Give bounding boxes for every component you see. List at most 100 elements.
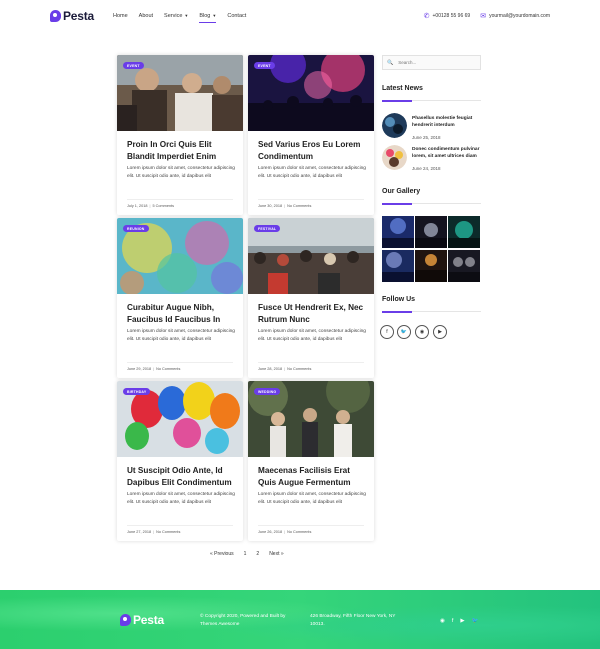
logo-icon: [50, 10, 61, 22]
divider: [258, 362, 364, 363]
post-card[interactable]: REUNION Curabitur Augue Nibh, Faucibus I…: [117, 218, 243, 378]
nav-about[interactable]: About: [139, 13, 153, 19]
heading-underline: [382, 99, 481, 102]
footer-logo[interactable]: Pesta: [120, 613, 164, 627]
post-excerpt: Lorem ipsum dolor sit amet, consectetur …: [258, 329, 366, 342]
post-comments[interactable]: No Comments: [156, 367, 180, 371]
post-date[interactable]: June 27, 2018: [127, 530, 151, 534]
post-date[interactable]: June 30, 2018: [258, 204, 282, 208]
twitter-icon[interactable]: 🐦: [472, 618, 479, 624]
category-badge[interactable]: WEDDING: [254, 388, 281, 395]
header-contact: ✆ +00128 55 96 69 ✉ yourmail@yourdomain.…: [424, 12, 550, 20]
follow-heading: Follow Us: [382, 296, 416, 303]
post-excerpt: Lorem ipsum dolor sit amet, consectetur …: [127, 492, 235, 505]
nav-blog[interactable]: Blog ▼: [199, 13, 217, 23]
post-excerpt: Lorem ipsum dolor sit amet, consectetur …: [258, 166, 366, 179]
divider: [127, 525, 233, 526]
main-nav: Home About Service ▼ Blog ▼ Contact: [113, 13, 257, 23]
logo-icon: [120, 614, 131, 626]
logo-text: Pesta: [63, 9, 95, 23]
youtube-icon[interactable]: ▶: [460, 618, 464, 624]
logo-text: Pesta: [133, 613, 165, 627]
youtube-icon[interactable]: ▶: [433, 325, 447, 339]
copyright-text: © Copyright 2020, Powered and Built by T…: [200, 614, 286, 627]
post-date[interactable]: June 29, 2018: [127, 367, 151, 371]
sidebar-search: 🔍: [382, 55, 481, 70]
divider: [258, 525, 364, 526]
news-title[interactable]: Donec condimentum pulvinar lorem, sit am…: [412, 146, 482, 160]
page-link[interactable]: 1: [244, 551, 247, 557]
facebook-icon[interactable]: f: [452, 618, 454, 624]
post-comments[interactable]: No Comments: [287, 204, 311, 208]
heading-underline: [382, 310, 481, 313]
news-thumbnail[interactable]: [382, 113, 407, 138]
previous-link[interactable]: « Previous: [210, 551, 234, 557]
gallery-image[interactable]: [382, 216, 414, 248]
post-title[interactable]: Maecenas Facilisis Erat Quis Augue Ferme…: [258, 465, 368, 489]
divider: [258, 199, 364, 200]
post-meta: June 26, 2018 | No Comments: [258, 530, 312, 534]
gallery-image[interactable]: [382, 250, 414, 282]
category-badge[interactable]: EVENT: [123, 62, 144, 69]
post-card[interactable]: FESTIVAL Fusce Ut Hendrerit Ex, Nec Rutr…: [248, 218, 374, 378]
post-meta: June 30, 2018 | No Comments: [258, 204, 312, 208]
post-title[interactable]: Sed Varius Eros Eu Lorem Condimentum: [258, 139, 368, 163]
footer-social: ◉ f ▶ 🐦: [440, 618, 478, 624]
post-meta: June 29, 2018 | No Comments: [127, 367, 181, 371]
post-comments[interactable]: No Comments: [287, 530, 311, 534]
post-comments[interactable]: No Comments: [156, 530, 180, 534]
instagram-icon[interactable]: ◉: [415, 325, 429, 339]
twitter-icon[interactable]: 🐦: [397, 325, 411, 339]
chevron-down-icon: ▼: [184, 13, 189, 18]
page-link[interactable]: 2: [256, 551, 259, 557]
post-excerpt: Lorem ipsum dolor sit amet, consectetur …: [127, 166, 235, 179]
post-card[interactable]: BIRTHDAY Ut Suscipit Odio Ante, Id Dapib…: [117, 381, 243, 541]
site-logo[interactable]: Pesta: [50, 9, 94, 23]
chevron-down-icon: ▼: [212, 13, 217, 18]
news-title[interactable]: Phasellus molestie feugiat hendrerit int…: [412, 115, 482, 129]
nav-home[interactable]: Home: [113, 13, 128, 19]
post-title[interactable]: Proin In Orci Quis Elit Blandit Imperdie…: [127, 139, 237, 163]
post-title[interactable]: Curabitur Augue Nibh, Faucibus Id Faucib…: [127, 302, 237, 326]
post-title[interactable]: Ut Suscipit Odio Ante, Id Dapibus Elit C…: [127, 465, 237, 489]
site-header: Pesta Home About Service ▼ Blog ▼ Contact …: [0, 0, 600, 34]
post-meta: June 27, 2018 | No Comments: [127, 530, 181, 534]
post-card[interactable]: EVENT Proin In Orci Quis Elit Blandit Im…: [117, 55, 243, 215]
post-excerpt: Lorem ipsum dolor sit amet, consectetur …: [258, 492, 366, 505]
nav-contact[interactable]: Contact: [227, 13, 246, 19]
next-link[interactable]: Next »: [269, 551, 283, 557]
post-date[interactable]: July 1, 2018: [127, 204, 147, 208]
gallery-image[interactable]: [448, 216, 480, 248]
divider: [127, 362, 233, 363]
post-card[interactable]: WEDDING Maecenas Facilisis Erat Quis Aug…: [248, 381, 374, 541]
category-badge[interactable]: BIRTHDAY: [123, 388, 151, 395]
category-badge[interactable]: FESTIVAL: [254, 225, 281, 232]
post-comments[interactable]: 5 Comments: [152, 204, 174, 208]
footer-address: 426 Broadway, Fifth Floor New York, NY 1…: [310, 614, 396, 627]
nav-service[interactable]: Service ▼: [164, 13, 188, 19]
phone-number[interactable]: +00128 55 96 69: [433, 13, 471, 19]
post-meta: June 28, 2018 | No Comments: [258, 367, 312, 371]
search-input[interactable]: [398, 60, 479, 65]
gallery-image[interactable]: [415, 250, 447, 282]
facebook-icon[interactable]: f: [380, 325, 394, 339]
gallery-image[interactable]: [448, 250, 480, 282]
site-footer: Pesta © Copyright 2020, Powered and Buil…: [0, 590, 600, 649]
email-address[interactable]: yourmail@yourdomain.com: [489, 13, 550, 19]
news-thumbnail[interactable]: [382, 145, 407, 170]
post-date[interactable]: June 26, 2018: [258, 530, 282, 534]
heading-underline: [382, 202, 481, 205]
post-card[interactable]: EVENT Sed Varius Eros Eu Lorem Condiment…: [248, 55, 374, 215]
mail-icon: ✉: [480, 13, 487, 20]
post-date[interactable]: June 28, 2018: [258, 367, 282, 371]
category-badge[interactable]: EVENT: [254, 62, 275, 69]
category-badge[interactable]: REUNION: [123, 225, 149, 232]
post-title[interactable]: Fusce Ut Hendrerit Ex, Nec Rutrum Nunc: [258, 302, 368, 326]
post-comments[interactable]: No Comments: [287, 367, 311, 371]
instagram-icon[interactable]: ◉: [440, 618, 445, 624]
post-excerpt: Lorem ipsum dolor sit amet, consectetur …: [127, 329, 235, 342]
gallery-heading: Our Gallery: [382, 188, 421, 195]
search-icon[interactable]: 🔍: [387, 60, 393, 66]
gallery-image[interactable]: [415, 216, 447, 248]
latest-news-heading: Latest News: [382, 85, 423, 92]
